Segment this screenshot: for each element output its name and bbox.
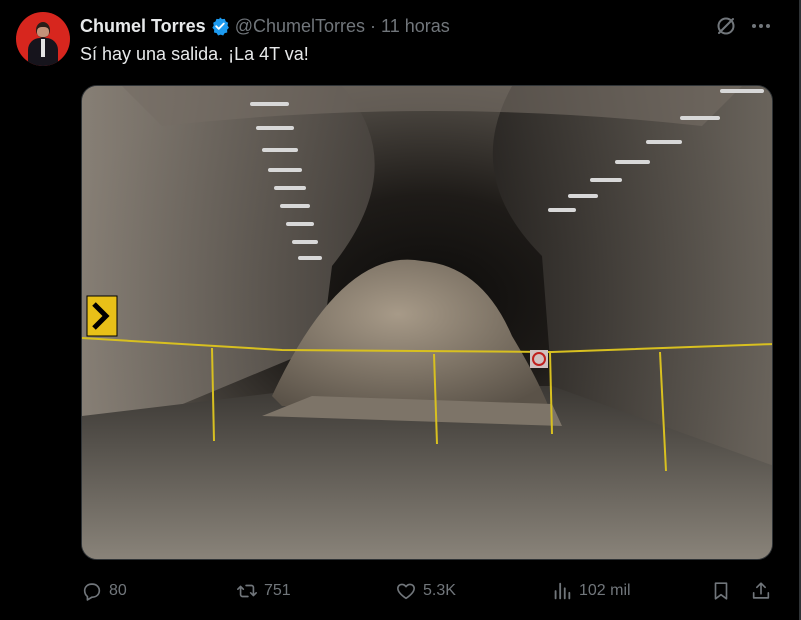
tunnel-collapse-photo <box>82 86 772 559</box>
reply-button[interactable]: 80 <box>81 578 127 604</box>
views-count: 102 mil <box>579 582 631 599</box>
verified-badge-icon <box>210 16 230 36</box>
reply-icon <box>83 583 101 601</box>
tweet-header: Chumel Torres @ChumelTorres · 11 horas <box>80 14 450 38</box>
share-icon <box>752 582 770 599</box>
retweet-count: 751 <box>264 582 291 599</box>
tweet-actions: 80 751 5.3K 102 mil <box>0 578 801 604</box>
bookmark-icon <box>714 582 728 600</box>
views-icon <box>554 582 571 600</box>
reply-count: 80 <box>109 582 127 599</box>
header-separator: · <box>370 15 377 36</box>
views-button[interactable]: 102 mil <box>551 578 631 604</box>
more-icon[interactable] <box>749 15 773 37</box>
retweet-icon <box>237 584 257 598</box>
author-handle[interactable]: @ChumelTorres <box>235 16 365 37</box>
bookmark-button[interactable] <box>710 578 732 604</box>
author-name[interactable]: Chumel Torres <box>80 16 206 37</box>
grok-icon[interactable] <box>715 15 737 37</box>
like-count: 5.3K <box>423 582 456 599</box>
avatar[interactable] <box>16 12 70 66</box>
like-button[interactable]: 5.3K <box>395 578 456 604</box>
like-icon <box>397 583 415 600</box>
retweet-button[interactable]: 751 <box>236 578 291 604</box>
share-button[interactable] <box>750 578 772 604</box>
tweet-text: Sí hay una salida. ¡La 4T va! <box>80 44 309 64</box>
avatar-face-shape <box>37 27 49 37</box>
tweet-timestamp[interactable]: 11 horas <box>381 16 450 37</box>
tweet-media-image[interactable] <box>81 85 773 560</box>
avatar-shirt-shape <box>41 39 45 57</box>
